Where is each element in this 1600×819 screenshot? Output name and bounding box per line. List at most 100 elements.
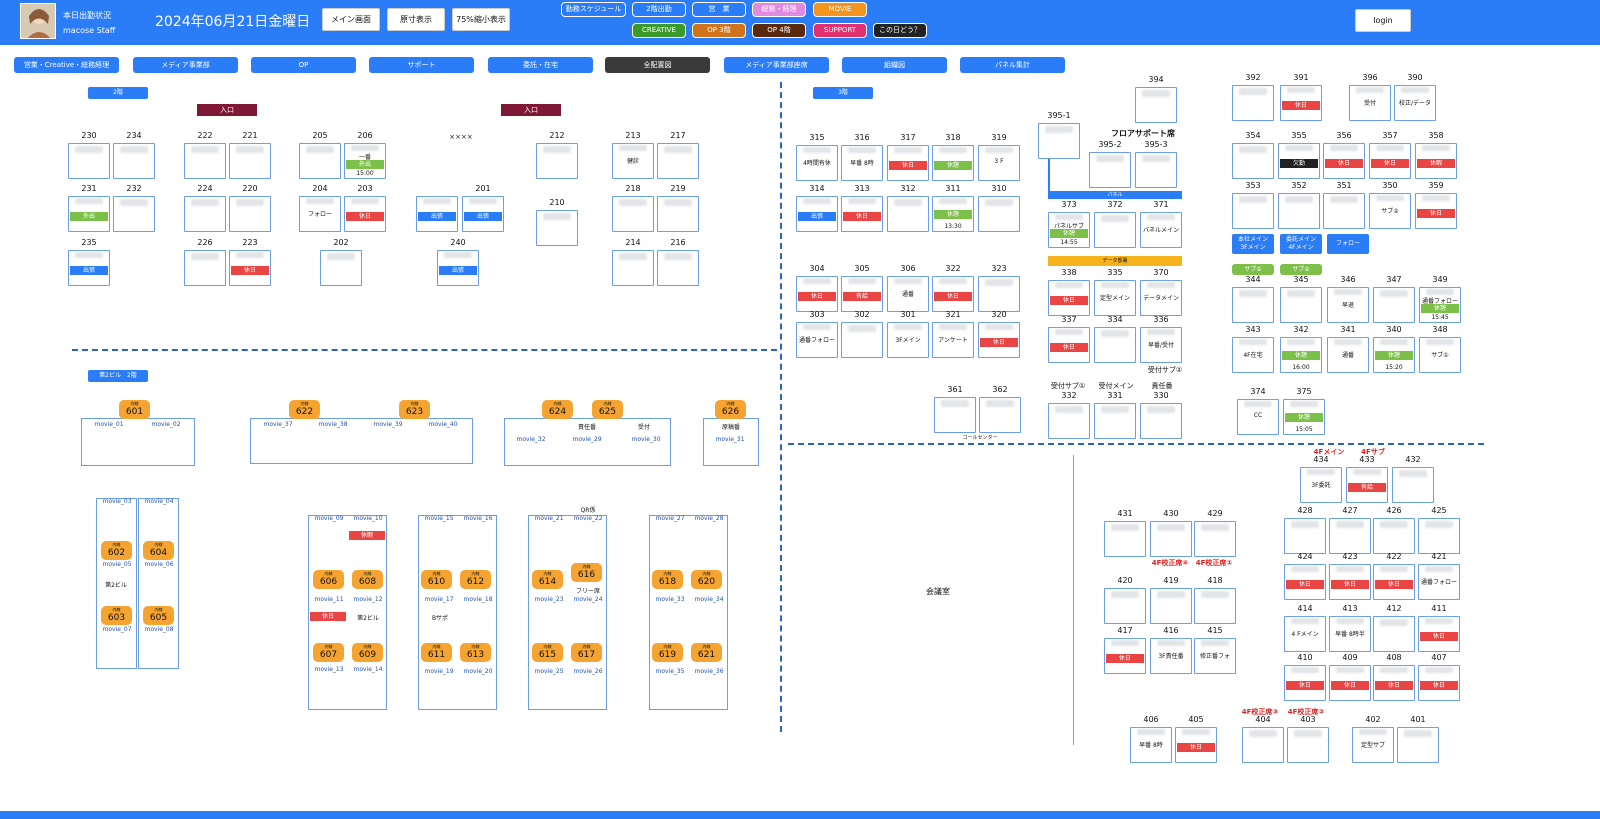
op4-pill[interactable]: OP 4階	[752, 23, 806, 38]
seat-322[interactable]: 休日	[932, 276, 974, 312]
seat-204[interactable]: フォロー	[299, 196, 341, 232]
seat-301[interactable]: 3Fメイン	[887, 322, 929, 358]
tab-outsourced[interactable]: 委託・在宅	[488, 57, 593, 73]
main-3f-button[interactable]: 本社メイン 3Fメイン	[1232, 234, 1274, 254]
login-button[interactable]: login	[1355, 9, 1411, 32]
main-4f-button[interactable]: 委託メイン 4Fメイン	[1280, 234, 1322, 254]
seat-235[interactable]: 出張	[68, 250, 110, 286]
seat-395-3[interactable]	[1135, 152, 1177, 188]
seat-343[interactable]: 4F在宅	[1232, 337, 1274, 373]
extension-badge[interactable]: 内線 614	[532, 570, 563, 589]
extension-badge[interactable]: 内線 615	[532, 643, 563, 662]
sub2-pill[interactable]: サブ②	[1280, 264, 1322, 275]
seat-421[interactable]: 通番フォロー	[1418, 564, 1460, 600]
seat-361[interactable]	[934, 397, 976, 433]
seat-406[interactable]: 早番 8時	[1130, 727, 1172, 763]
seat-312[interactable]	[887, 196, 929, 232]
seat-217[interactable]	[657, 143, 699, 179]
seat-416[interactable]: 3F責任番	[1150, 638, 1192, 674]
seat-337[interactable]: 休日	[1048, 327, 1090, 363]
extension-badge[interactable]: 内線 617	[571, 643, 602, 662]
seat-428[interactable]	[1284, 518, 1326, 554]
schedule-pill[interactable]: 勤務スケジュール	[561, 2, 626, 17]
creative-pill[interactable]: CREATIVE	[632, 23, 686, 38]
seat-205[interactable]	[299, 143, 341, 179]
reduced-view-button[interactable]: 75%縮小表示	[452, 8, 510, 31]
seat-427[interactable]	[1329, 518, 1371, 554]
seat-352[interactable]	[1278, 193, 1320, 229]
seat-338[interactable]: 休日	[1048, 280, 1090, 316]
tab-all-layout[interactable]: 全配置図	[605, 57, 710, 73]
seat-340[interactable]: 休憩 15:20	[1373, 337, 1415, 373]
seat-320[interactable]: 休日	[978, 322, 1020, 358]
extension-badge[interactable]: 内線 608	[352, 570, 383, 589]
seat-422[interactable]: 休日	[1373, 564, 1415, 600]
seat-240[interactable]: 出張	[437, 250, 479, 286]
support-pill[interactable]: SUPPORT	[813, 23, 867, 38]
tab-panel-summary[interactable]: パネル集計	[960, 57, 1065, 73]
tab-org-chart[interactable]: 組織図	[842, 57, 947, 73]
seat-234[interactable]	[113, 143, 155, 179]
seat-206[interactable]: 一番 外出 15:00	[344, 143, 386, 179]
seat-306[interactable]: 通番	[887, 276, 929, 312]
seat-219[interactable]	[657, 196, 699, 232]
extension-badge[interactable]: 内線 607	[313, 643, 344, 662]
movie-pill[interactable]: MOVIE	[813, 2, 867, 17]
seat-336[interactable]: 早番/受付	[1140, 327, 1182, 363]
seat-223[interactable]: 休日	[229, 250, 271, 286]
seat-302[interactable]	[841, 322, 883, 358]
floor2-pill[interactable]: 2階出勤	[632, 2, 686, 17]
seat-214[interactable]	[612, 250, 654, 286]
seat-409[interactable]: 休日	[1329, 665, 1371, 701]
seat-218[interactable]	[612, 196, 654, 232]
seat-424[interactable]: 休日	[1284, 564, 1326, 600]
seat-222[interactable]	[184, 143, 226, 179]
original-size-button[interactable]: 原寸表示	[387, 8, 445, 31]
tab-media[interactable]: メディア事業部	[133, 57, 238, 73]
seat-413[interactable]: 早番 8時半	[1329, 616, 1371, 652]
seat-407[interactable]: 休日	[1418, 665, 1460, 701]
extension-badge[interactable]: 内線 624	[542, 400, 573, 419]
seat-375[interactable]: 休憩 15:05	[1283, 399, 1325, 435]
extension-badge[interactable]: 内線 618	[652, 570, 683, 589]
seat-221[interactable]	[229, 143, 271, 179]
seat-372[interactable]	[1094, 212, 1136, 248]
seat-403[interactable]	[1287, 727, 1329, 763]
seat-415[interactable]: 修正番フォ	[1194, 638, 1236, 674]
seat-373[interactable]: パネルサブ 休憩 14:55	[1048, 212, 1090, 248]
seat-394[interactable]	[1135, 87, 1177, 123]
extension-badge[interactable]: 内線 622	[289, 400, 320, 419]
extension-badge[interactable]: 内線 623	[399, 400, 430, 419]
seat-213[interactable]: 健診	[612, 143, 654, 179]
seat-355[interactable]: 欠勤	[1278, 143, 1320, 179]
seat-405[interactable]: 休日	[1175, 727, 1217, 763]
seat-390[interactable]: 校正/データ	[1394, 85, 1436, 121]
extension-badge[interactable]: 内線 613	[460, 643, 491, 662]
seat-323[interactable]	[978, 276, 1020, 312]
seat-232[interactable]	[113, 196, 155, 232]
seat-316[interactable]: 早番 8時	[841, 145, 883, 181]
seat-318[interactable]: 休憩	[932, 145, 974, 181]
extension-badge[interactable]: 内線 612	[460, 570, 491, 589]
seat-334[interactable]	[1094, 327, 1136, 363]
extension-badge[interactable]: 内線 616	[571, 563, 602, 582]
seat-349[interactable]: 通番フォロー 休憩 15:45	[1419, 287, 1461, 323]
seat-317[interactable]: 休日	[887, 145, 929, 181]
seat-371[interactable]: パネルメイン	[1140, 212, 1182, 248]
sub1-pill[interactable]: サブ①	[1232, 264, 1274, 275]
seat-419[interactable]	[1150, 588, 1192, 624]
tab-sales-creative[interactable]: 営業・Creative・総務経理	[14, 57, 119, 73]
seat-396[interactable]: 受付	[1349, 85, 1391, 121]
seat-408[interactable]: 休日	[1373, 665, 1415, 701]
extension-badge[interactable]: 内線 606	[313, 570, 344, 589]
seat-410[interactable]: 休日	[1284, 665, 1326, 701]
seat-220[interactable]	[229, 196, 271, 232]
seat-402[interactable]: 定型サブ	[1352, 727, 1394, 763]
admin-pill[interactable]: 総務・経理	[752, 2, 806, 17]
seat-359[interactable]: 休日	[1415, 193, 1457, 229]
seat-391[interactable]: 休日	[1280, 85, 1322, 121]
seat-431[interactable]	[1104, 521, 1146, 557]
seat-401[interactable]	[1397, 727, 1439, 763]
seat-412[interactable]	[1373, 616, 1415, 652]
seat-346[interactable]: 早退	[1327, 287, 1369, 323]
